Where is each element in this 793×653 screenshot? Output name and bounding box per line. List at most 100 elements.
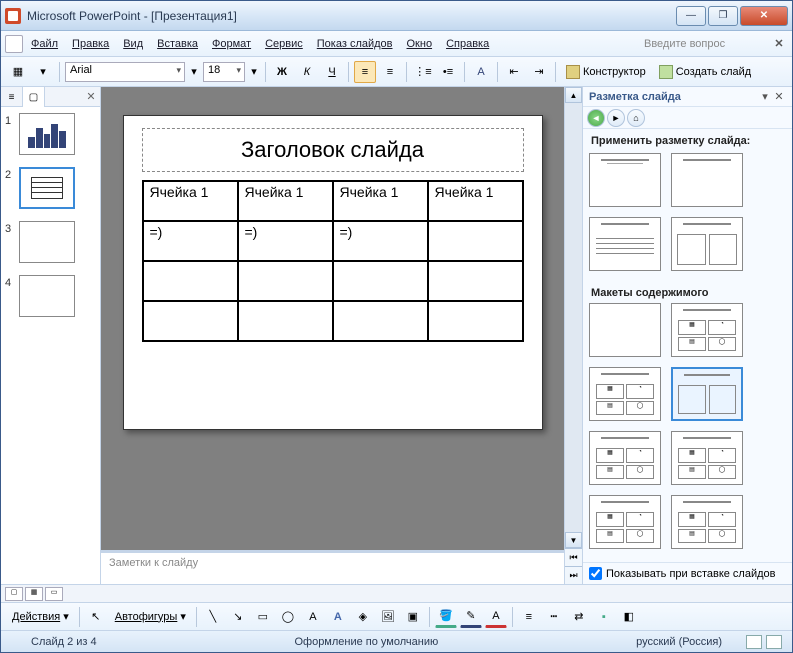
outline-tab[interactable]: ≡ [1, 87, 23, 107]
thumbnail-3[interactable] [19, 221, 75, 263]
ask-question-box[interactable]: Введите вопрос [638, 36, 768, 52]
font-color-button[interactable]: A [485, 606, 507, 628]
autoshapes-menu[interactable]: Автофигуры ▾ [110, 606, 191, 628]
vertical-scrollbar[interactable]: ▲ ▼ ⏮ ⏭ [564, 87, 582, 584]
slide[interactable]: Заголовок слайда Ячейка 1 Ячейка 1 Ячейк… [123, 115, 543, 430]
actions-menu[interactable]: Действия ▾ [7, 606, 74, 628]
status-icon-2[interactable] [766, 635, 782, 649]
table-cell[interactable] [333, 301, 428, 341]
table-cell[interactable] [143, 261, 238, 301]
panel-close-button[interactable]: ✕ [82, 87, 100, 106]
prev-slide-button[interactable]: ⏮ [565, 548, 582, 566]
thumbnail-item[interactable]: 2 [5, 167, 96, 209]
table-cell[interactable] [238, 261, 333, 301]
designer-button[interactable]: Конструктор [561, 61, 651, 83]
font-size-select[interactable]: 18 [203, 62, 245, 82]
menu-help[interactable]: Справка [440, 35, 495, 53]
toolbar-dropdown-icon[interactable]: ▾ [32, 61, 54, 83]
document-icon[interactable] [5, 35, 23, 53]
line-color-button[interactable]: ✎ [460, 606, 482, 628]
size-dropdown-icon[interactable]: ▾ [248, 61, 260, 83]
scroll-up-button[interactable]: ▲ [565, 87, 582, 103]
bold-button[interactable]: Ж [271, 61, 293, 83]
arrow-tool-button[interactable]: ↘ [227, 606, 249, 628]
font-family-select[interactable]: Arial [65, 62, 185, 82]
menu-tools[interactable]: Сервис [259, 35, 309, 53]
thumbnail-4[interactable] [19, 275, 75, 317]
rectangle-tool-button[interactable]: ▭ [252, 606, 274, 628]
slides-tab[interactable]: ▢ [23, 87, 45, 107]
line-tool-button[interactable]: ╲ [202, 606, 224, 628]
layout-content-mix3[interactable]: ▦◔▤◯ [589, 431, 661, 485]
sorter-view-button[interactable]: ▦ [25, 587, 43, 601]
menu-slideshow[interactable]: Показ слайдов [311, 35, 399, 53]
font-dropdown-icon[interactable]: ▾ [188, 61, 200, 83]
bulleted-list-button[interactable]: •≡ [437, 61, 459, 83]
slide-canvas[interactable]: Заголовок слайда Ячейка 1 Ячейка 1 Ячейк… [101, 87, 564, 550]
numbered-list-button[interactable]: ⋮≡ [412, 61, 434, 83]
minimize-button[interactable]: — [676, 6, 706, 26]
picture-button[interactable]: ▣ [402, 606, 424, 628]
close-button[interactable]: ✕ [740, 6, 788, 26]
table-cell[interactable] [333, 261, 428, 301]
wordart-button[interactable]: A [327, 606, 349, 628]
scroll-track[interactable] [565, 103, 582, 532]
italic-button[interactable]: К [296, 61, 318, 83]
layout-content-mix6[interactable]: ▦◔▤◯ [671, 495, 743, 549]
decrease-indent-button[interactable]: ⇤ [503, 61, 525, 83]
oval-tool-button[interactable]: ◯ [277, 606, 299, 628]
table-cell[interactable] [428, 301, 523, 341]
table-cell[interactable]: Ячейка 1 [333, 181, 428, 221]
line-style-button[interactable]: ≡ [518, 606, 540, 628]
new-slide-button[interactable]: Создать слайд [654, 61, 756, 83]
nav-forward-button[interactable]: ► [607, 109, 625, 127]
table-cell[interactable] [428, 261, 523, 301]
table-cell[interactable] [143, 301, 238, 341]
diagram-button[interactable]: ◈ [352, 606, 374, 628]
layout-two-content[interactable] [671, 217, 743, 271]
menu-view[interactable]: Вид [117, 35, 149, 53]
underline-button[interactable]: Ч [321, 61, 343, 83]
layout-content-4[interactable]: ▦◔▤◯ [671, 303, 743, 357]
layout-blank[interactable] [589, 303, 661, 357]
thumbnail-item[interactable]: 4 [5, 275, 96, 317]
toolbar-options-icon[interactable]: ▦ [7, 61, 29, 83]
show-on-insert-checkbox[interactable] [589, 567, 602, 580]
3d-button[interactable]: ◧ [618, 606, 640, 628]
task-pane-close-button[interactable]: ✕ [772, 90, 786, 103]
layout-title-only[interactable] [589, 153, 661, 207]
table-cell[interactable]: Ячейка 1 [238, 181, 333, 221]
task-pane-menu-button[interactable]: ▾ [758, 90, 772, 103]
textbox-tool-button[interactable]: A [302, 606, 324, 628]
align-left-button[interactable]: ≡ [354, 61, 376, 83]
status-icon-1[interactable] [746, 635, 762, 649]
table-cell[interactable]: =) [333, 221, 428, 261]
layout-content-mix2[interactable] [671, 367, 743, 421]
menu-edit[interactable]: Правка [66, 35, 115, 53]
notes-pane[interactable]: Заметки к слайду [101, 550, 564, 584]
thumbnail-item[interactable]: 1 [5, 113, 96, 155]
thumbnail-2[interactable] [19, 167, 75, 209]
normal-view-button[interactable]: ▢ [5, 587, 23, 601]
table-cell[interactable] [428, 221, 523, 261]
font-grow-button[interactable]: A [470, 61, 492, 83]
align-center-button[interactable]: ≡ [379, 61, 401, 83]
nav-back-button[interactable]: ◄ [587, 109, 605, 127]
nav-home-button[interactable]: ⌂ [627, 109, 645, 127]
menu-insert[interactable]: Вставка [151, 35, 204, 53]
layout-content-mix5[interactable]: ▦◔▤◯ [589, 495, 661, 549]
clipart-button[interactable]: 🖼 [377, 606, 399, 628]
layout-content-mix4[interactable]: ▦◔▤◯ [671, 431, 743, 485]
menu-format[interactable]: Формат [206, 35, 257, 53]
table-cell[interactable]: =) [143, 221, 238, 261]
table-cell[interactable]: Ячейка 1 [428, 181, 523, 221]
fill-color-button[interactable]: 🪣 [435, 606, 457, 628]
slideshow-view-button[interactable]: ▭ [45, 587, 63, 601]
select-tool-button[interactable]: ↖ [85, 606, 107, 628]
dash-style-button[interactable]: ┅ [543, 606, 565, 628]
layout-title-content[interactable] [589, 217, 661, 271]
table-cell[interactable]: =) [238, 221, 333, 261]
next-slide-button[interactable]: ⏭ [565, 566, 582, 584]
slide-table[interactable]: Ячейка 1 Ячейка 1 Ячейка 1 Ячейка 1 =) =… [142, 180, 524, 342]
arrow-style-button[interactable]: ⇄ [568, 606, 590, 628]
